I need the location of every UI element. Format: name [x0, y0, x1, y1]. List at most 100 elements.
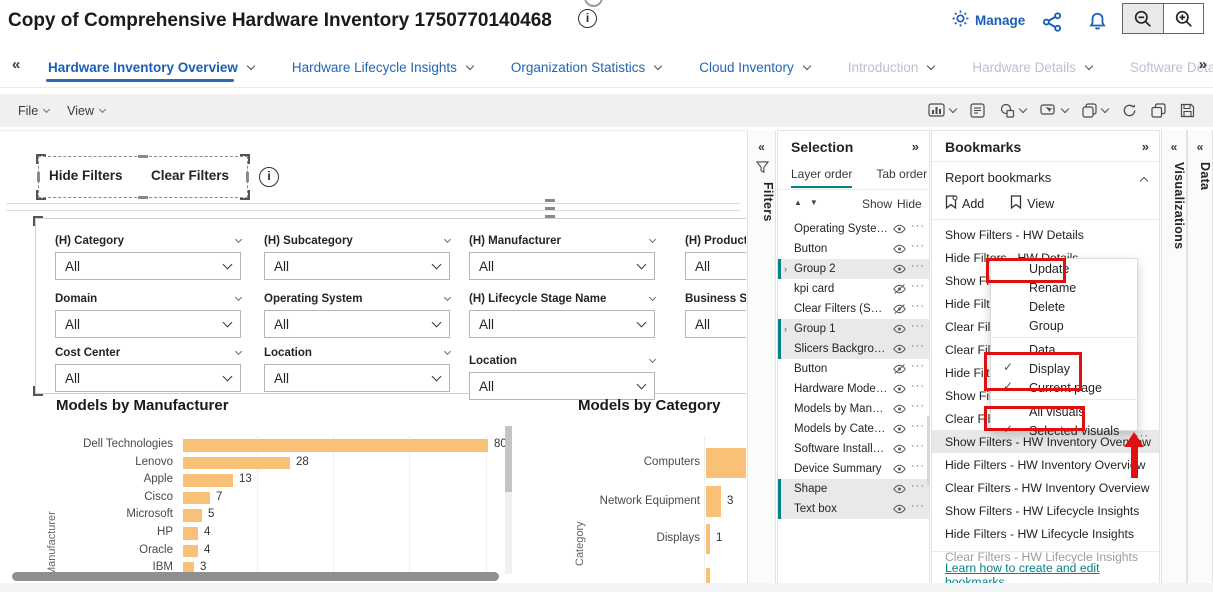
expand-group-icon[interactable]: › — [784, 264, 787, 274]
selected-buttons-group[interactable]: Hide Filters Clear Filters — [38, 156, 248, 198]
share-icon[interactable] — [1042, 12, 1062, 37]
tab-hardware-lifecycle-insights[interactable]: Hardware Lifecycle Insights — [278, 48, 497, 87]
view-bookmarks-button[interactable]: View — [1010, 195, 1054, 212]
eye-icon[interactable] — [893, 343, 906, 358]
layer-item-group-2[interactable]: ›Group 2··· — [778, 259, 929, 279]
slicer-header[interactable]: (H) Manufacturer — [469, 234, 655, 248]
layer-item-operating-system-su-[interactable]: Operating System Su...··· — [778, 219, 929, 239]
bookmark-item[interactable]: Hide Filters - HW Lifecycle Insights — [932, 522, 1159, 545]
slicer-dropdown[interactable]: All — [685, 310, 746, 338]
chevron-down-icon[interactable] — [803, 62, 811, 70]
chevron-down-icon[interactable] — [649, 356, 656, 363]
eye-off-icon[interactable] — [893, 283, 906, 298]
tabs-scroll-right-icon[interactable]: » — [1199, 56, 1207, 73]
eye-icon[interactable] — [893, 443, 906, 458]
tab-layer-order[interactable]: Layer order — [791, 167, 852, 188]
hide-all-button[interactable]: Hide — [897, 197, 922, 211]
chevron-down-icon[interactable] — [649, 236, 656, 243]
eye-icon[interactable] — [893, 503, 906, 518]
slicer-header[interactable]: (H) Lifecycle Stage Name — [469, 292, 655, 306]
layer-item-text-box[interactable]: Text box··· — [778, 499, 929, 519]
chevron-down-icon[interactable] — [466, 62, 474, 70]
slicer-dropdown[interactable]: All — [264, 252, 450, 280]
more-options-icon[interactable]: ··· — [911, 300, 925, 312]
eye-icon[interactable] — [893, 243, 906, 258]
collapse-icon[interactable]: » — [1142, 139, 1149, 154]
chevron-down-icon[interactable] — [444, 236, 451, 243]
tabs-scroll-left-icon[interactable]: « — [12, 56, 20, 73]
info-icon[interactable]: i — [578, 9, 597, 28]
zoom-out-button[interactable] — [1123, 4, 1163, 33]
visual-gallery-button[interactable] — [928, 103, 956, 118]
layer-item-models-by-category[interactable]: Models by Category··· — [778, 419, 929, 439]
layer-item-software-installed-on-[interactable]: Software Installed on ...··· — [778, 439, 929, 459]
manage-button[interactable]: Manage — [952, 10, 1025, 30]
eye-icon[interactable] — [893, 483, 906, 498]
eye-icon[interactable] — [893, 263, 906, 278]
bookmark-item[interactable]: Show Filters - HW Details — [932, 223, 1159, 246]
more-options-icon[interactable]: ··· — [911, 340, 925, 352]
layer-item-device-summary[interactable]: Device Summary··· — [778, 459, 929, 479]
eye-off-icon[interactable] — [893, 303, 906, 318]
expand-group-icon[interactable]: › — [784, 324, 787, 334]
slicer-header[interactable]: Location — [264, 346, 450, 360]
slicer-header[interactable]: (H) Category — [55, 234, 241, 248]
bookmark-item[interactable]: Hide Filters - HW Inventory Overview — [932, 453, 1159, 476]
info-icon[interactable]: i — [259, 167, 279, 187]
chevron-down-icon[interactable] — [927, 62, 935, 70]
file-menu[interactable]: File — [18, 104, 49, 118]
canvas-horizontal-scrollbar[interactable] — [12, 572, 499, 581]
more-options-icon[interactable]: ··· — [911, 420, 925, 432]
report-bookmarks-section[interactable]: Report bookmarks — [945, 170, 1051, 185]
view-menu[interactable]: View — [67, 104, 105, 118]
slicer-dropdown[interactable]: All — [469, 310, 655, 338]
tab-hardware-details[interactable]: Hardware Details — [958, 48, 1116, 87]
page-layout-button[interactable] — [1082, 103, 1108, 118]
visualizations-pane-collapsed[interactable]: « Visualizations — [1161, 130, 1187, 585]
tab-hardware-inventory-overview[interactable]: Hardware Inventory Overview — [34, 48, 278, 87]
layer-item-models-by-manufact-[interactable]: Models by Manufact...··· — [778, 399, 929, 419]
expand-icon[interactable]: « — [1188, 140, 1212, 154]
chevron-up-icon[interactable] — [1140, 177, 1148, 185]
clear-filters-button[interactable]: Clear Filters — [151, 168, 229, 183]
tab-organization-statistics[interactable]: Organization Statistics — [497, 48, 685, 87]
more-options-icon[interactable]: ··· — [911, 460, 925, 472]
resize-handle[interactable] — [138, 155, 148, 158]
menu-item-group[interactable]: Group — [991, 316, 1137, 335]
data-pane-collapsed[interactable]: « Data — [1187, 130, 1213, 585]
slicer-dropdown[interactable]: All — [685, 252, 746, 280]
resize-handle[interactable] — [246, 172, 249, 182]
eye-icon[interactable] — [893, 403, 906, 418]
more-options-icon[interactable]: ··· — [911, 480, 925, 492]
hide-filters-button[interactable]: Hide Filters — [49, 168, 123, 183]
filters-pane-collapsed[interactable]: « Filters — [747, 130, 776, 585]
slicer-header[interactable]: Domain — [55, 292, 241, 306]
more-options-icon[interactable]: ··· — [911, 400, 925, 412]
slicer-dropdown[interactable]: All — [55, 252, 241, 280]
bookmark-item[interactable]: Clear Filters - HW Inventory Overview — [932, 476, 1159, 499]
slicer-dropdown[interactable]: All — [55, 364, 241, 392]
layer-item-button[interactable]: Button··· — [778, 359, 929, 379]
refresh-button[interactable] — [1122, 103, 1137, 118]
eye-icon[interactable] — [893, 323, 906, 338]
chevron-down-icon[interactable] — [1085, 62, 1093, 70]
slicer-header[interactable]: (H) Subcategory — [264, 234, 450, 248]
chevron-down-icon[interactable] — [444, 348, 451, 355]
menu-item-delete[interactable]: Delete — [991, 297, 1137, 316]
more-options-icon[interactable]: ··· — [911, 260, 925, 272]
notifications-bell-icon[interactable] — [1088, 12, 1107, 36]
layer-item-shape[interactable]: Shape··· — [778, 479, 929, 499]
chevron-down-icon[interactable] — [235, 294, 242, 301]
eye-icon[interactable] — [893, 423, 906, 438]
resize-handle[interactable] — [545, 199, 555, 202]
chevron-down-icon[interactable] — [649, 294, 656, 301]
slicer-header[interactable]: Operating System — [264, 292, 450, 306]
add-bookmark-button[interactable]: Add — [945, 195, 984, 212]
chart-scrollbar-thumb[interactable] — [505, 426, 512, 492]
layer-item-clear-filters-show-[interactable]: Clear Filters (Show)··· — [778, 299, 929, 319]
expand-icon[interactable]: « — [1162, 140, 1186, 154]
chevron-down-icon[interactable] — [654, 62, 662, 70]
more-options-icon[interactable]: ··· — [911, 360, 925, 372]
layer-item-button[interactable]: Button··· — [778, 239, 929, 259]
chevron-down-icon[interactable] — [247, 62, 255, 70]
